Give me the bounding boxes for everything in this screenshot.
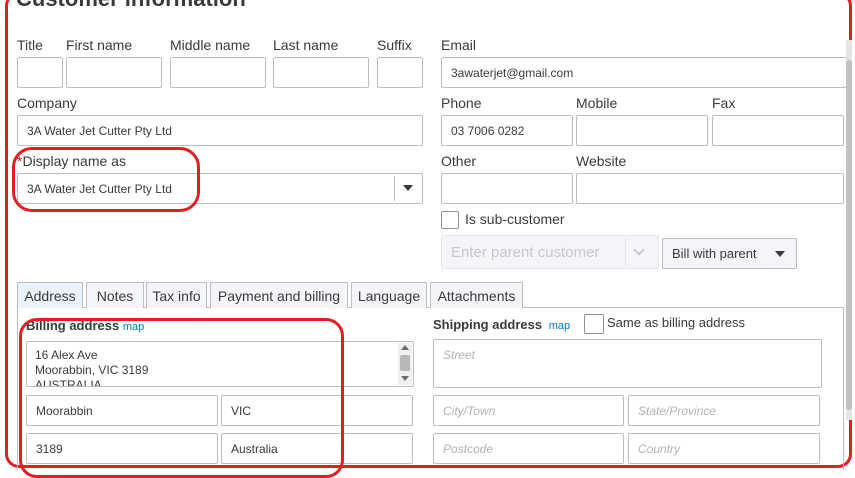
billing-country-input[interactable]: Australia [221, 433, 413, 464]
shipping-heading: Shipping address map [433, 317, 570, 332]
sub-customer-label: Is sub-customer [465, 211, 565, 227]
suffix-input[interactable] [377, 57, 423, 88]
chevron-down-icon[interactable] [403, 185, 413, 191]
title-input[interactable] [17, 57, 63, 88]
shipping-street-textarea[interactable]: Street [433, 339, 822, 388]
title-label: Title [17, 37, 43, 53]
parent-divider [625, 238, 626, 266]
email-input[interactable]: 3awaterjet@gmail.com [441, 57, 847, 88]
fax-label: Fax [712, 95, 736, 111]
billing-heading-text: Billing address [26, 318, 120, 333]
email-label: Email [441, 37, 477, 53]
other-label: Other [441, 153, 477, 169]
display-name-label: *Display name as [17, 153, 126, 169]
tab-attachments[interactable]: Attachments [430, 282, 523, 308]
display-name-value: 3A Water Jet Cutter Pty Ltd [27, 181, 172, 196]
chevron-down-icon [775, 251, 785, 257]
display-name-select[interactable]: 3A Water Jet Cutter Pty Ltd [17, 173, 423, 204]
company-label: Company [17, 95, 77, 111]
display-name-label-text: Display name as [22, 153, 126, 169]
first-name-input[interactable] [66, 57, 162, 88]
tab-notes[interactable]: Notes [86, 282, 144, 308]
tab-tax-info[interactable]: Tax info [146, 282, 207, 308]
shipping-postcode-input[interactable]: Postcode [433, 433, 624, 464]
shipping-city-placeholder: City/Town [443, 403, 496, 418]
first-name-label: First name [66, 37, 133, 53]
shipping-street-placeholder: Street [443, 348, 476, 362]
parent-customer-input: Enter parent customer [441, 235, 659, 269]
same-as-billing-label: Same as billing address [607, 315, 746, 330]
phone-label: Phone [441, 95, 482, 111]
shipping-heading-text: Shipping address [433, 317, 543, 332]
same-as-billing-checkbox[interactable] [584, 314, 604, 334]
shipping-city-input[interactable]: City/Town [433, 395, 624, 426]
billing-street-line: Moorabbin, VIC 3189 [35, 363, 149, 377]
fax-input[interactable] [712, 115, 844, 146]
shipping-country-placeholder: Country [638, 441, 681, 456]
panel-left-border [17, 307, 18, 470]
mobile-label: Mobile [576, 95, 618, 111]
last-name-input[interactable] [273, 57, 369, 88]
page-title: Customer information [16, 0, 246, 12]
parent-customer-placeholder: Enter parent customer [451, 243, 600, 261]
shipping-postcode-placeholder: Postcode [443, 441, 494, 456]
billing-street-line: 16 Alex Ave [35, 348, 98, 362]
phone-input[interactable]: 03 7006 0282 [441, 115, 573, 146]
scroll-thumb[interactable] [400, 355, 410, 371]
tab-language[interactable]: Language [351, 282, 427, 308]
website-label: Website [576, 153, 627, 169]
shipping-state-placeholder: State/Province [638, 403, 717, 418]
shipping-map-link[interactable]: map [549, 320, 570, 332]
sub-customer-checkbox[interactable] [441, 211, 459, 229]
bill-with-parent-value: Bill with parent [672, 246, 757, 261]
company-input[interactable]: 3A Water Jet Cutter Pty Ltd [17, 115, 423, 146]
panel-right-border [843, 307, 844, 470]
middle-name-input[interactable] [170, 57, 266, 88]
shipping-country-input[interactable]: Country [628, 433, 820, 464]
billing-heading: Billing address map [26, 318, 144, 333]
tab-payment-and-billing[interactable]: Payment and billing [210, 282, 348, 308]
shipping-state-input[interactable]: State/Province [628, 395, 820, 426]
billing-street-line: AUSTRALIA [35, 378, 102, 387]
suffix-label: Suffix [377, 37, 412, 53]
tab-address[interactable]: Address [17, 282, 83, 308]
billing-street-textarea[interactable]: 16 Alex Ave Moorabbin, VIC 3189 AUSTRALI… [26, 341, 414, 387]
page-scrollbar-thumb[interactable] [846, 60, 852, 410]
other-input[interactable] [441, 173, 573, 204]
scroll-up-icon[interactable] [401, 345, 409, 350]
last-name-label: Last name [273, 37, 339, 53]
display-name-divider [394, 176, 395, 201]
middle-name-label: Middle name [170, 37, 251, 53]
billing-city-input[interactable]: Moorabbin [26, 395, 218, 426]
billing-state-input[interactable]: VIC [221, 395, 413, 426]
billing-postcode-input[interactable]: 3189 [26, 433, 218, 464]
scroll-down-icon[interactable] [401, 376, 409, 381]
website-input[interactable] [576, 173, 844, 204]
mobile-input[interactable] [576, 115, 708, 146]
billing-map-link[interactable]: map [123, 321, 144, 333]
